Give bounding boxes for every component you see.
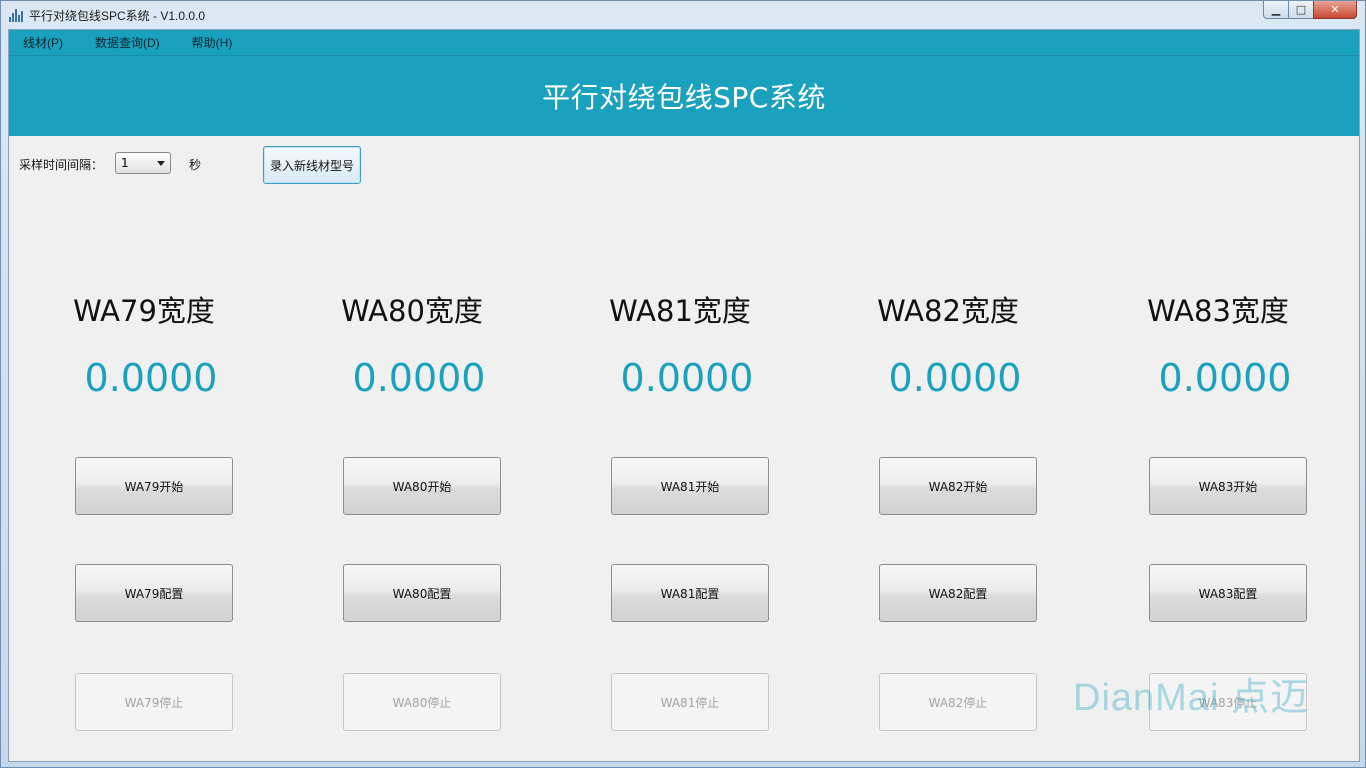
- watermark: DianMai 点迈: [1073, 677, 1309, 719]
- app-window: 平行对绕包线SPC系统 - V1.0.0.0 ▁ □ ✕ 线材(P) 数据查询(…: [0, 0, 1366, 768]
- chart-bars-icon: [9, 8, 23, 22]
- station-wa81: WA81宽度 0.0000 WA81开始 WA81配置 WA81停止: [560, 30, 800, 761]
- station-value: 0.0000: [352, 356, 486, 400]
- config-button[interactable]: WA80配置: [343, 564, 501, 622]
- window-title: 平行对绕包线SPC系统 - V1.0.0.0: [29, 9, 206, 23]
- start-button[interactable]: WA80开始: [343, 457, 501, 515]
- station-title: WA80宽度: [341, 294, 483, 328]
- station-value: 0.0000: [84, 356, 218, 400]
- client-area: 线材(P) 数据查询(D) 帮助(H) 平行对绕包线SPC系统 采样时间间隔： …: [8, 29, 1360, 762]
- start-button[interactable]: WA82开始: [879, 457, 1037, 515]
- title-bar[interactable]: 平行对绕包线SPC系统 - V1.0.0.0 ▁ □ ✕: [1, 1, 1365, 29]
- station-title: WA83宽度: [1147, 294, 1289, 328]
- station-title: WA82宽度: [877, 294, 1019, 328]
- start-button[interactable]: WA83开始: [1149, 457, 1307, 515]
- stop-button: WA82停止: [879, 673, 1037, 731]
- station-wa83: WA83宽度 0.0000 WA83开始 WA83配置 WA83停止: [1098, 30, 1338, 761]
- station-title: WA81宽度: [609, 294, 751, 328]
- start-button[interactable]: WA81开始: [611, 457, 769, 515]
- station-wa79: WA79宽度 0.0000 WA79开始 WA79配置 WA79停止: [24, 30, 264, 761]
- station-value: 0.0000: [620, 356, 754, 400]
- station-wa82: WA82宽度 0.0000 WA82开始 WA82配置 WA82停止: [828, 30, 1068, 761]
- config-button[interactable]: WA79配置: [75, 564, 233, 622]
- maximize-button[interactable]: □: [1288, 1, 1314, 19]
- start-button[interactable]: WA79开始: [75, 457, 233, 515]
- minimize-button[interactable]: ▁: [1263, 1, 1289, 19]
- config-button[interactable]: WA81配置: [611, 564, 769, 622]
- config-button[interactable]: WA82配置: [879, 564, 1037, 622]
- station-wa80: WA80宽度 0.0000 WA80开始 WA80配置 WA80停止: [292, 30, 532, 761]
- stop-button: WA79停止: [75, 673, 233, 731]
- station-value: 0.0000: [1158, 356, 1292, 400]
- close-button[interactable]: ✕: [1313, 1, 1357, 19]
- window-controls: ▁ □ ✕: [1263, 1, 1357, 19]
- station-title: WA79宽度: [73, 294, 215, 328]
- station-value: 0.0000: [888, 356, 1022, 400]
- stop-button: WA80停止: [343, 673, 501, 731]
- stop-button: WA81停止: [611, 673, 769, 731]
- config-button[interactable]: WA83配置: [1149, 564, 1307, 622]
